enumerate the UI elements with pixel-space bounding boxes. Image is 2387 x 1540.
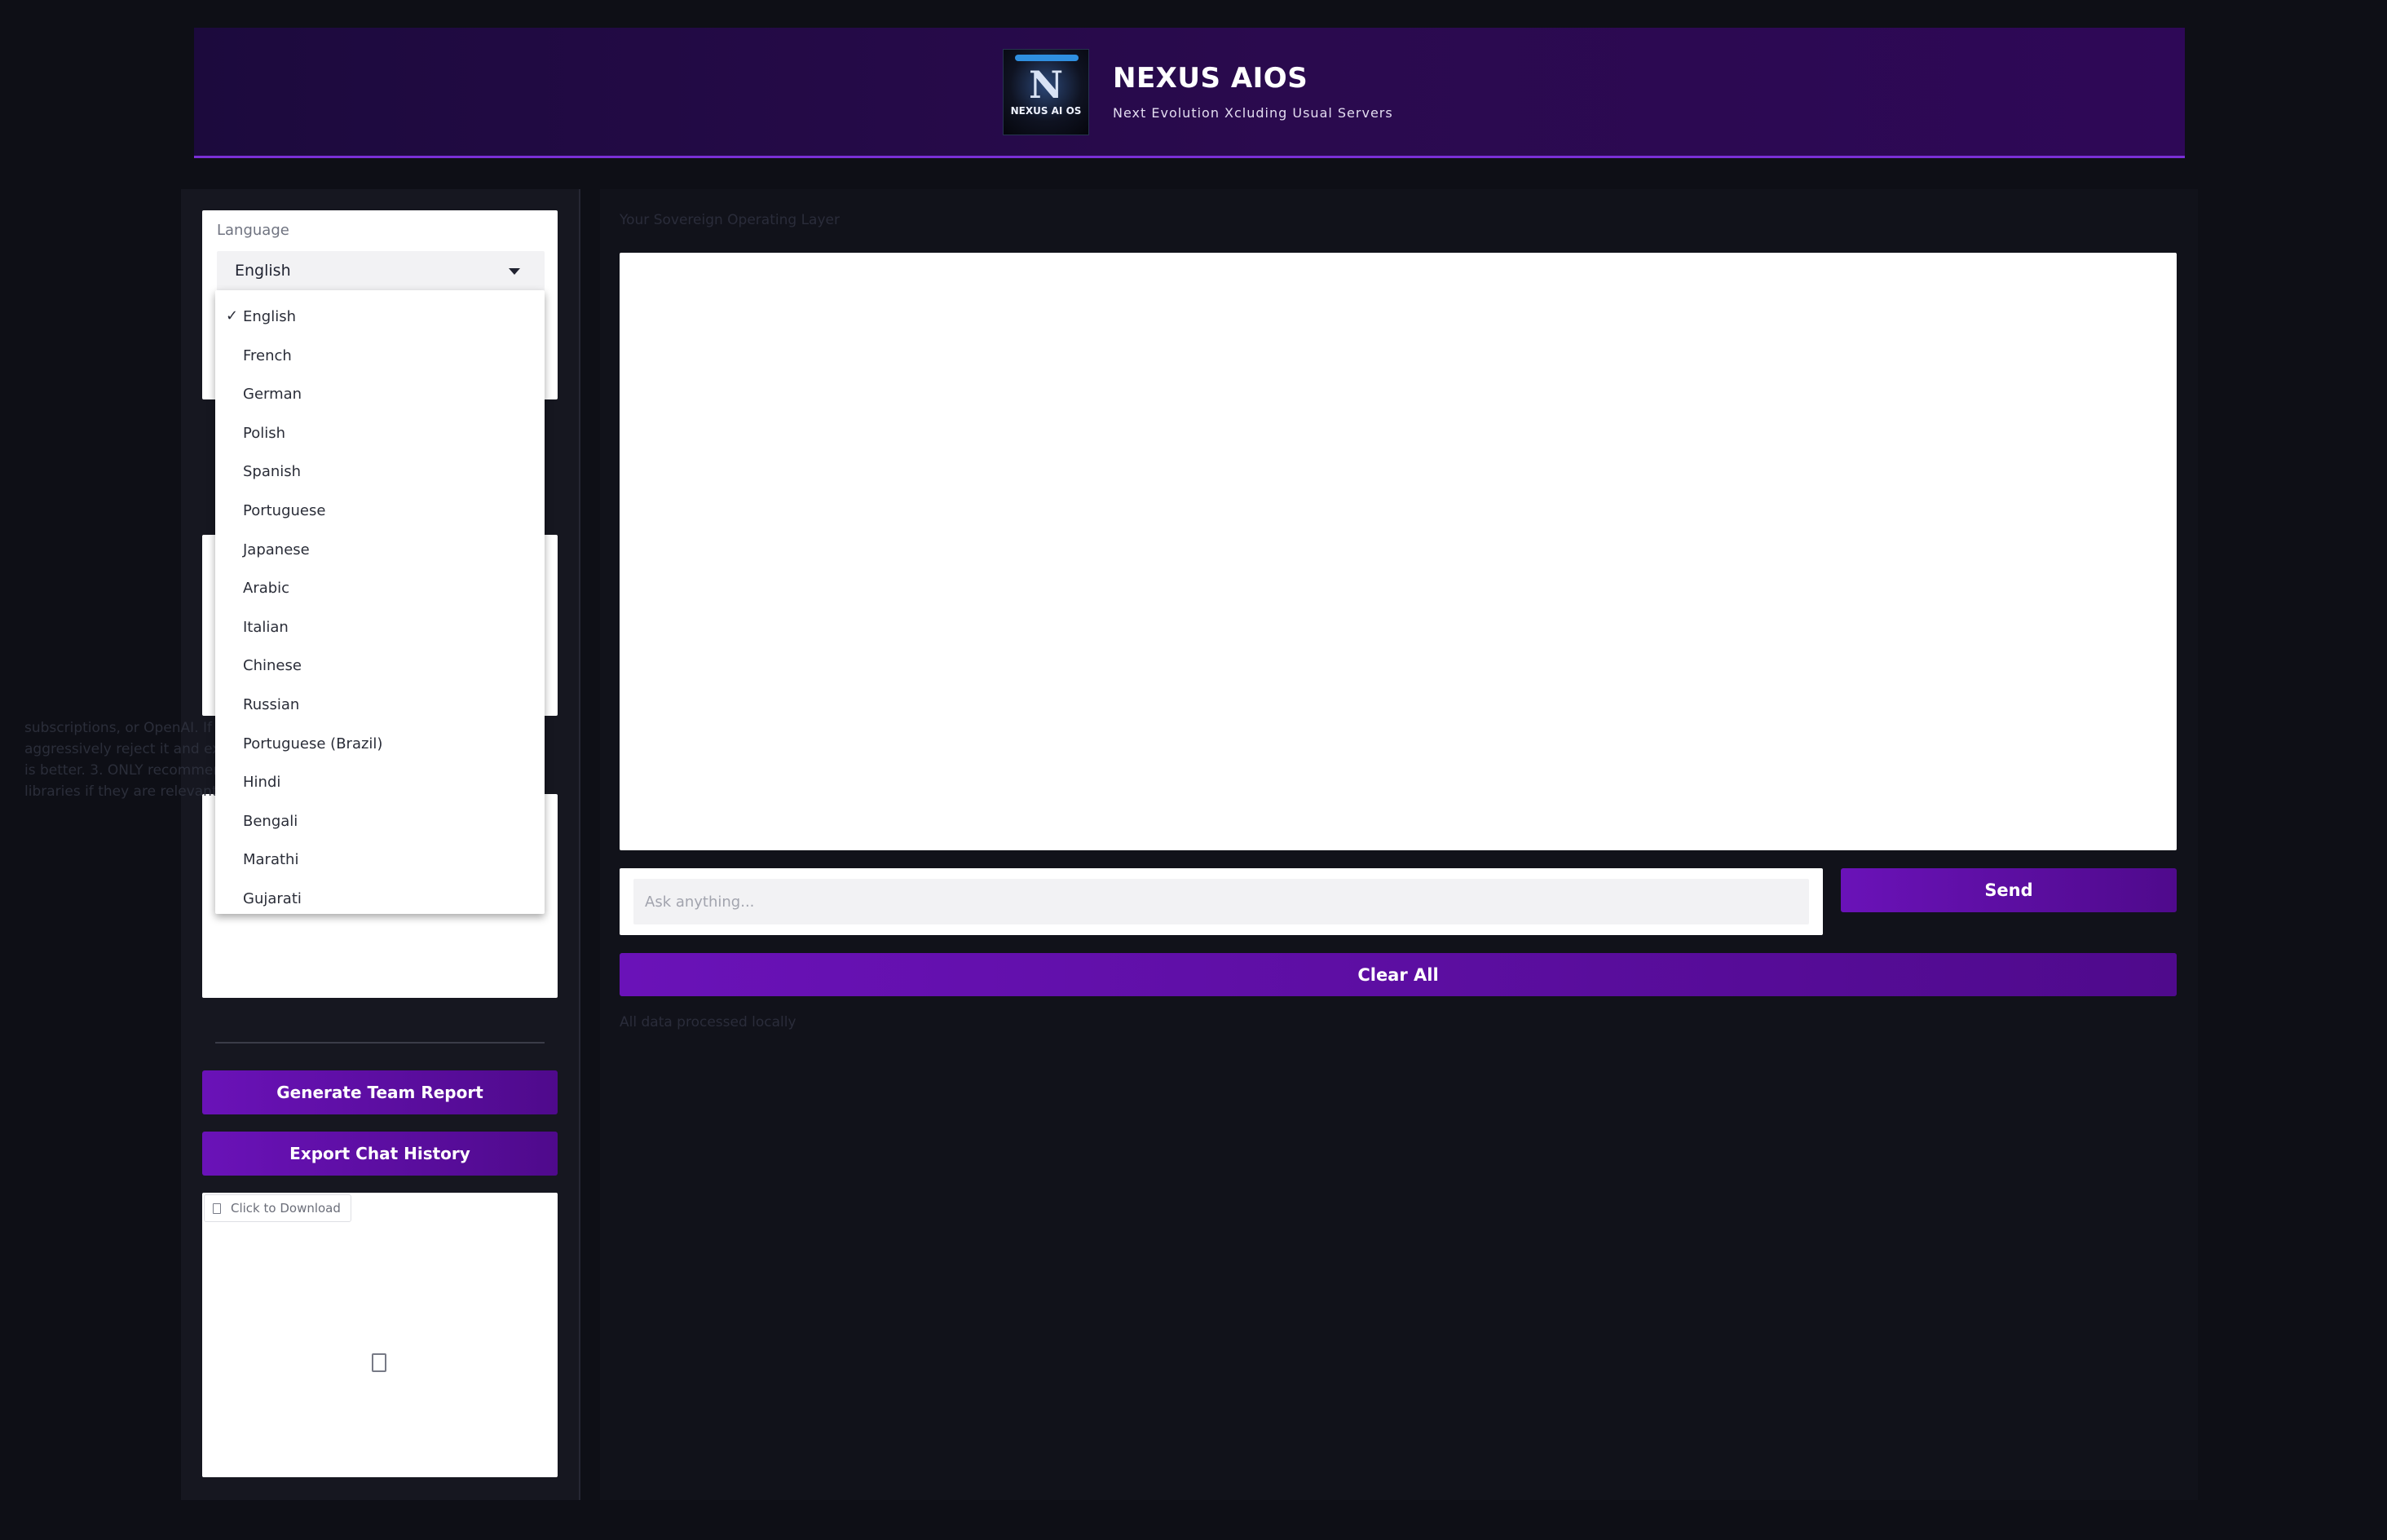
chat-display[interactable]: [620, 253, 2177, 850]
chevron-down-icon: [509, 268, 520, 275]
language-option[interactable]: Portuguese (Brazil): [215, 724, 545, 762]
app-header: N NEXUS AI OS NEXUS AIOS Next Evolution …: [194, 28, 2185, 158]
chat-input-card: [620, 868, 1823, 935]
language-option-label: Russian: [243, 696, 300, 713]
language-option[interactable]: Hindi: [215, 762, 545, 801]
download-area[interactable]: Click to Download: [202, 1193, 558, 1477]
language-option[interactable]: Chinese: [215, 646, 545, 684]
language-option[interactable]: German: [215, 374, 545, 413]
download-label-chip[interactable]: Click to Download: [204, 1194, 351, 1222]
logo-text: NEXUS AI OS: [1010, 105, 1082, 117]
logo-banner: [1015, 55, 1079, 61]
language-option-label: Japanese: [243, 541, 310, 558]
app-subtitle: Next Evolution Xcluding Usual Servers: [1113, 105, 1393, 121]
language-option-label: Gujarati: [243, 890, 302, 907]
generate-team-report-button[interactable]: Generate Team Report: [202, 1070, 558, 1114]
language-option-label: French: [243, 346, 292, 364]
language-option-label: German: [243, 386, 302, 404]
language-option-label: Chinese: [243, 657, 302, 675]
language-option[interactable]: French: [215, 336, 545, 374]
language-option[interactable]: Arabic: [215, 568, 545, 607]
checkmark-icon: ✓: [226, 307, 239, 324]
language-option[interactable]: Italian: [215, 607, 545, 646]
nexus-logo: N NEXUS AI OS: [1003, 49, 1089, 135]
language-option[interactable]: Polish: [215, 413, 545, 452]
language-option-label: Bengali: [243, 812, 298, 830]
language-option[interactable]: Bengali: [215, 801, 545, 840]
send-button[interactable]: Send: [1841, 868, 2177, 912]
language-option-label: English: [243, 308, 296, 325]
language-option-label: Portuguese: [243, 502, 326, 519]
tagline: Your Sovereign Operating Layer: [620, 212, 840, 228]
footer-note: All data processed locally: [620, 1014, 796, 1030]
file-icon: [213, 1202, 221, 1214]
language-option[interactable]: Spanish: [215, 452, 545, 490]
language-label: Language: [217, 222, 289, 239]
logo-glyph: N: [1028, 63, 1064, 107]
language-option[interactable]: Marathi: [215, 840, 545, 878]
language-option-label: Hindi: [243, 774, 281, 792]
export-chat-history-button[interactable]: Export Chat History: [202, 1132, 558, 1176]
language-option[interactable]: ✓ English: [215, 297, 545, 335]
download-label: Click to Download: [231, 1201, 341, 1216]
language-option[interactable]: Japanese: [215, 530, 545, 568]
language-option[interactable]: Portuguese: [215, 491, 545, 529]
file-icon: [372, 1353, 386, 1372]
chat-input[interactable]: [633, 879, 1809, 924]
language-option-label: Marathi: [243, 851, 299, 869]
language-dropdown-list: ✓ English French German Polish Spanish Portugu…: [215, 290, 545, 914]
language-option-label: Italian: [243, 618, 289, 636]
language-option[interactable]: Gujarati: [215, 879, 545, 917]
sidebar-divider: [215, 1042, 545, 1044]
app-title: NEXUS AIOS: [1113, 62, 1308, 95]
language-option-label: Spanish: [243, 463, 302, 481]
language-option-label: Arabic: [243, 580, 290, 598]
language-select[interactable]: English: [217, 251, 545, 292]
language-option-label: Portuguese (Brazil): [243, 735, 383, 752]
clear-all-button[interactable]: Clear All: [620, 953, 2177, 996]
language-option-label: Polish: [243, 424, 286, 442]
language-selected-value: English: [235, 262, 291, 280]
language-option[interactable]: Russian: [215, 685, 545, 723]
